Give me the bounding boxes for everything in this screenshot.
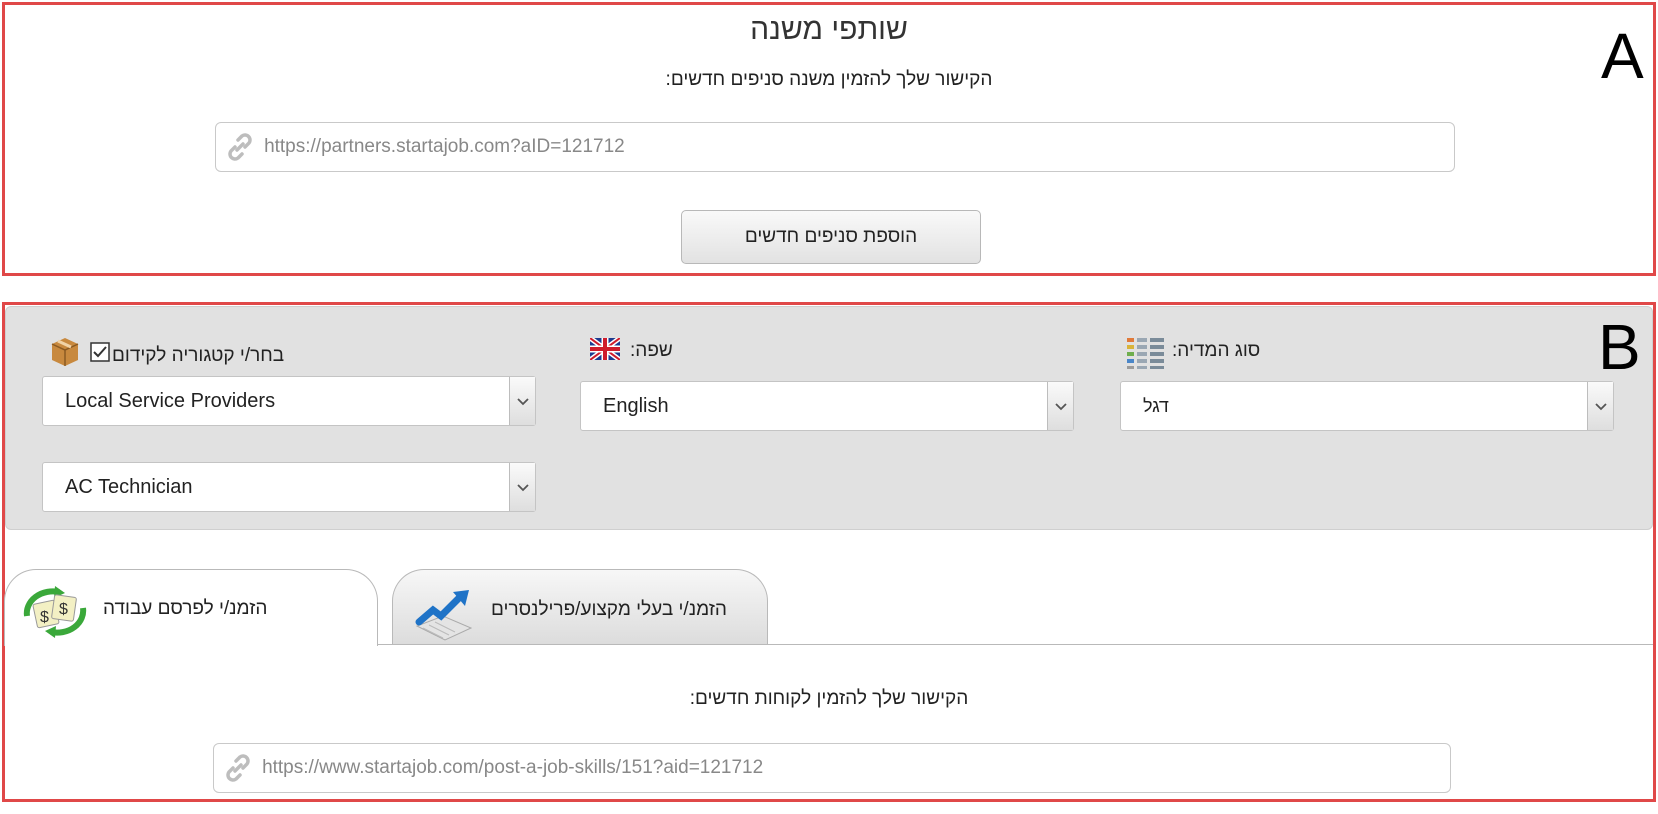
sub-affiliate-link-caption: הקישור שלך להזמין משנה סניפים חדשים: bbox=[665, 69, 993, 90]
list-icon bbox=[1126, 336, 1166, 375]
promote-category-checkbox[interactable] bbox=[90, 342, 110, 367]
media-type-select-value: דגל bbox=[1143, 396, 1169, 416]
chevron-down-icon[interactable] bbox=[1587, 382, 1613, 430]
section-marker-b: B bbox=[1598, 311, 1641, 383]
subcategory-select-value: AC Technician bbox=[65, 476, 193, 498]
growth-chart-icon bbox=[415, 588, 473, 647]
category-select[interactable]: Local Service Providers bbox=[42, 376, 536, 426]
media-type-label: סוג המדיה: bbox=[1172, 340, 1261, 361]
subcategory-select[interactable]: AC Technician bbox=[42, 462, 536, 512]
language-label: שפה: bbox=[630, 340, 673, 361]
link-icon bbox=[216, 123, 264, 171]
client-link-caption: הקישור שלך להזמין לקוחות חדשים: bbox=[689, 688, 969, 709]
media-type-select[interactable]: דגל bbox=[1120, 381, 1614, 431]
sub-affiliate-link-input[interactable] bbox=[264, 136, 1454, 158]
link-icon bbox=[214, 744, 262, 792]
page-title: שותפי משנה bbox=[750, 13, 908, 46]
section-a-partners: שותפי משנה הקישור שלך להזמין משנה סניפים… bbox=[2, 2, 1656, 276]
svg-text:$: $ bbox=[59, 601, 68, 618]
chevron-down-icon[interactable] bbox=[1047, 382, 1073, 430]
section-marker-a: A bbox=[1601, 20, 1644, 92]
tab-invite-freelancers[interactable]: הזמנ/י בעלי מקצוע/פרילנסרים bbox=[392, 569, 768, 645]
tab-invite-freelancers-label: הזמנ/י בעלי מקצוע/פרילנסרים bbox=[491, 599, 727, 620]
add-sub-affiliates-button[interactable]: הוספת סניפים חדשים bbox=[681, 210, 981, 264]
language-select-value: English bbox=[603, 395, 669, 417]
category-label: בחר/י קטגוריה לקידום bbox=[112, 345, 285, 366]
chevron-down-icon[interactable] bbox=[509, 463, 535, 511]
category-select-value: Local Service Providers bbox=[65, 390, 276, 412]
client-link-field[interactable] bbox=[213, 743, 1451, 793]
tab-post-a-job[interactable]: $ $ הזמנ/י לפרסם עבודה bbox=[4, 569, 378, 646]
tab-post-a-job-label: הזמנ/י לפרסם עבודה bbox=[103, 598, 268, 619]
uk-flag-icon bbox=[588, 335, 622, 365]
chevron-down-icon[interactable] bbox=[509, 377, 535, 425]
money-exchange-icon: $ $ bbox=[19, 586, 91, 643]
box-icon bbox=[48, 334, 82, 373]
language-select[interactable]: English bbox=[580, 381, 1074, 431]
sub-affiliate-link-field[interactable] bbox=[215, 122, 1455, 172]
svg-text:$: $ bbox=[40, 609, 49, 626]
client-link-input[interactable] bbox=[262, 757, 1450, 779]
